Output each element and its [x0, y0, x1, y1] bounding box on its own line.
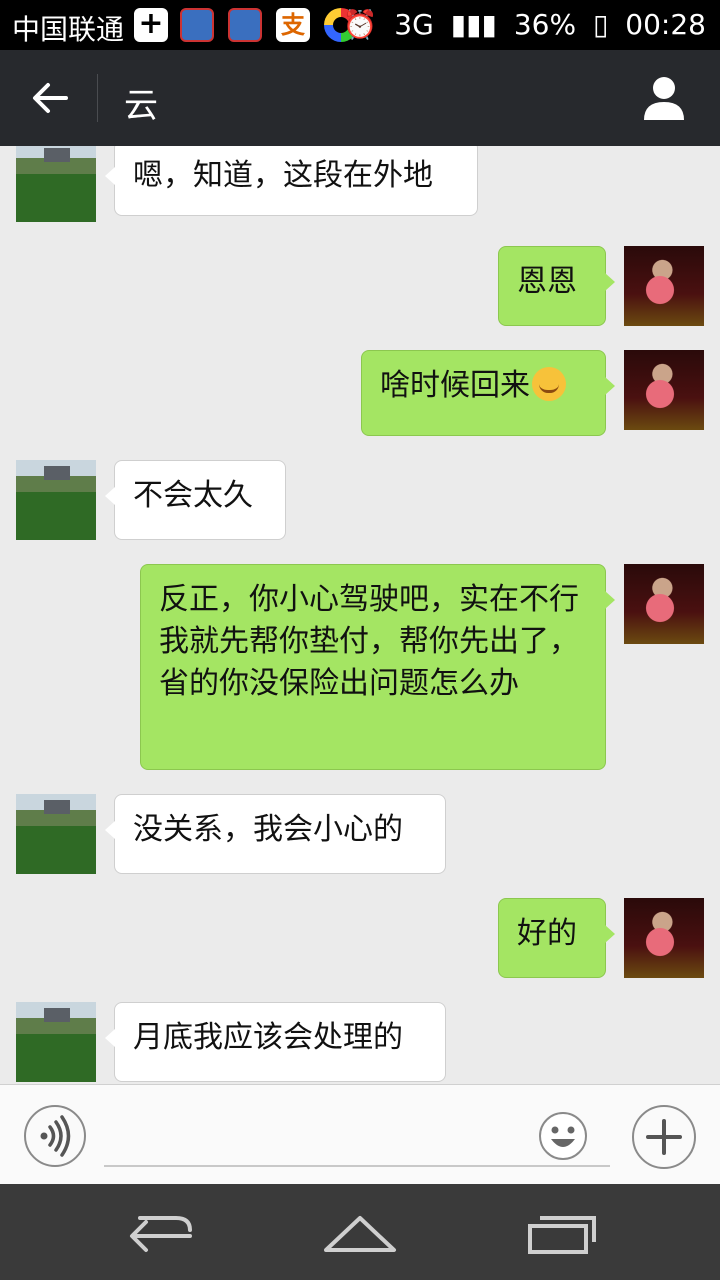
- message-text: 月底我应该会处理的: [133, 1020, 403, 1055]
- contact-avatar[interactable]: [16, 146, 96, 222]
- back-arrow-icon[interactable]: [28, 76, 72, 120]
- message-bubble-incoming[interactable]: 月底我应该会处理的: [105, 1002, 446, 1082]
- system-nav-bar: [0, 1184, 720, 1280]
- message-text: 没关系，我会小心的: [133, 812, 403, 847]
- message-bubble-incoming[interactable]: 没关系，我会小心的: [105, 794, 446, 874]
- message-bubble-incoming[interactable]: 不会太久: [105, 460, 286, 540]
- battery-level: 36%: [513, 8, 577, 41]
- smiling-face-emoji-icon: [532, 367, 566, 401]
- back-nav-icon[interactable]: [120, 1212, 200, 1256]
- voice-icon[interactable]: [24, 1105, 86, 1167]
- profile-icon[interactable]: [642, 74, 686, 122]
- my-avatar[interactable]: [624, 246, 704, 326]
- contact-avatar[interactable]: [16, 794, 96, 874]
- message-text: 好的: [517, 916, 577, 951]
- chat-header: 云: [0, 50, 720, 146]
- my-avatar[interactable]: [624, 564, 704, 644]
- plus-icon[interactable]: [632, 1105, 696, 1169]
- my-avatar[interactable]: [624, 898, 704, 978]
- battery-icon: ▯: [592, 8, 609, 41]
- network-type: 3G: [394, 8, 434, 41]
- message-bubble-incoming[interactable]: 嗯，知道，这段在外地: [105, 146, 478, 216]
- chat-title: 云: [124, 86, 158, 126]
- input-bar: [0, 1084, 720, 1185]
- message-bubble-outgoing[interactable]: 恩恩: [498, 246, 615, 326]
- alipay-icon: 支: [276, 8, 310, 42]
- message-bubble-outgoing[interactable]: 啥时候回来: [361, 350, 615, 436]
- camera-app-icon: [180, 8, 214, 42]
- message-input[interactable]: [104, 1165, 610, 1167]
- message-text: 恩恩: [517, 264, 577, 299]
- message-text: 不会太久: [133, 478, 253, 513]
- message-text: 啥时候回来: [380, 368, 530, 403]
- chat-area[interactable]: 嗯，知道，这段在外地 恩恩 啥时候回来 不会太久 反正，你小心驾驶吧，实在不行我…: [0, 146, 720, 1084]
- status-right-group: ⏰ 3G ▮▮▮ 36% ▯ 00:28: [334, 8, 706, 41]
- header-divider: [97, 74, 98, 122]
- camera-app-icon-2: [228, 8, 262, 42]
- message-bubble-outgoing[interactable]: 反正，你小心驾驶吧，实在不行我就先帮你垫付，帮你先出了，省的你没保险出问题怎么办: [140, 564, 615, 770]
- contact-avatar[interactable]: [16, 460, 96, 540]
- status-bar: 中国联通 + 支 ⏰ 3G ▮▮▮ 36% ▯ 00:28: [0, 0, 720, 50]
- recents-nav-icon[interactable]: [522, 1212, 602, 1256]
- emoji-icon[interactable]: [538, 1111, 588, 1161]
- signal-icon: ▮▮▮: [450, 8, 497, 41]
- home-nav-icon[interactable]: [320, 1212, 400, 1256]
- message-text: 反正，你小心驾驶吧，实在不行我就先帮你垫付，帮你先出了，省的你没保险出问题怎么办: [159, 582, 579, 701]
- my-avatar[interactable]: [624, 350, 704, 430]
- message-text: 嗯，知道，这段在外地: [133, 158, 433, 193]
- contact-avatar[interactable]: [16, 1002, 96, 1082]
- message-bubble-outgoing[interactable]: 好的: [498, 898, 615, 978]
- add-notification-icon: +: [134, 8, 168, 42]
- clock-time: 00:28: [625, 8, 706, 41]
- carrier-name: 中国联通: [12, 13, 125, 46]
- alarm-icon: ⏰: [342, 8, 378, 41]
